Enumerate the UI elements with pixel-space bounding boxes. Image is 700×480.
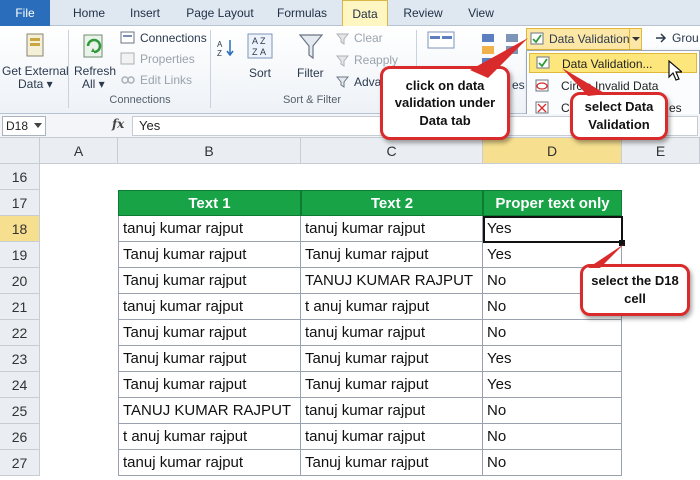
callout-pointer-3 bbox=[588, 244, 624, 268]
callout-pointer-1 bbox=[470, 38, 528, 78]
callout-pointer-2 bbox=[562, 68, 606, 96]
callout-pointers bbox=[470, 38, 624, 268]
